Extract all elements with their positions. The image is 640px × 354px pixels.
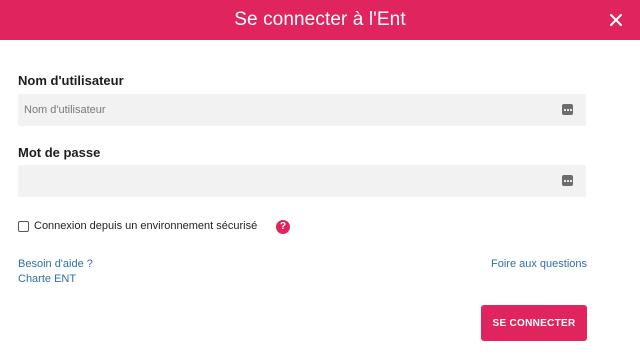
username-label: Nom d'utilisateur bbox=[18, 73, 124, 88]
login-dialog: Se connecter à l'Ent Nom d'utilisateur M… bbox=[0, 0, 640, 354]
charter-link[interactable]: Charte ENT bbox=[18, 273, 76, 285]
username-input[interactable] bbox=[18, 94, 554, 126]
password-field[interactable] bbox=[18, 165, 586, 197]
password-dots-icon[interactable] bbox=[562, 104, 573, 115]
dialog-header: Se connecter à l'Ent bbox=[0, 0, 640, 40]
secure-environment-label[interactable]: Connexion depuis un environnement sécuri… bbox=[34, 220, 257, 232]
close-button[interactable] bbox=[606, 10, 626, 30]
secure-environment-checkbox[interactable] bbox=[18, 221, 29, 232]
connect-button[interactable]: SE CONNECTER bbox=[481, 305, 587, 341]
help-icon[interactable]: ? bbox=[276, 220, 290, 234]
help-link[interactable]: Besoin d'aide ? bbox=[18, 258, 93, 270]
password-dots-icon[interactable] bbox=[562, 175, 573, 186]
dialog-title: Se connecter à l'Ent bbox=[234, 9, 406, 30]
faq-link[interactable]: Foire aux questions bbox=[491, 258, 587, 270]
close-icon bbox=[610, 14, 622, 26]
password-label: Mot de passe bbox=[18, 145, 101, 160]
username-field[interactable] bbox=[18, 94, 586, 126]
password-input[interactable] bbox=[18, 165, 554, 197]
